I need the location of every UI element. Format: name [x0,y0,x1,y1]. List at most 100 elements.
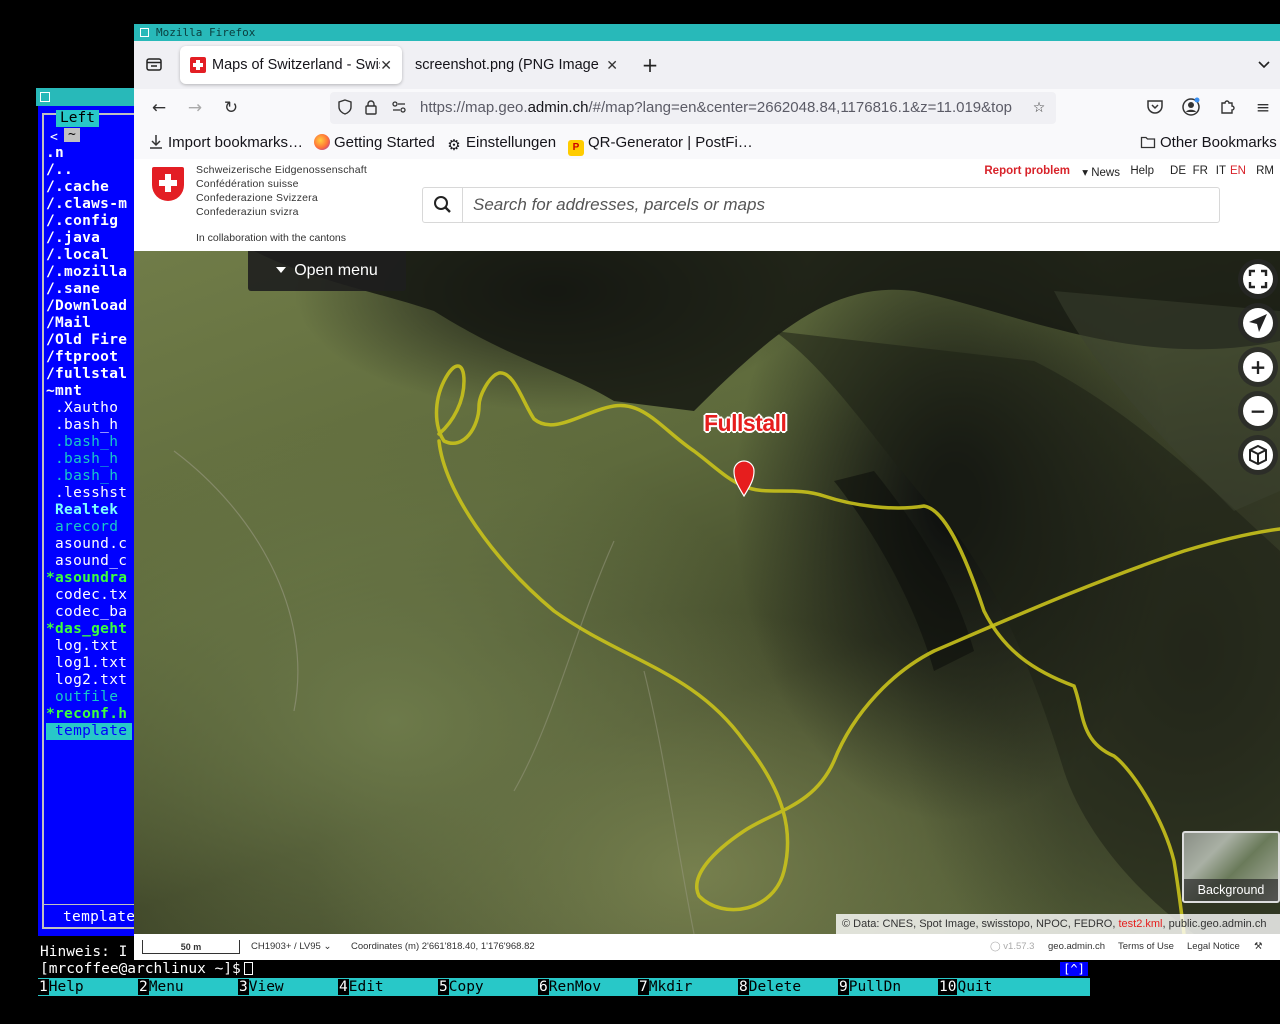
url-bar[interactable]: https://map.geo.admin.ch/#/map?lang=en&c… [330,92,1056,124]
window-menu-icon[interactable] [140,28,149,37]
fkey-view[interactable]: 3View [238,978,338,996]
forward-icon[interactable]: → [184,97,206,119]
file-entry[interactable]: /.claws-m [46,196,127,213]
file-entry[interactable]: .bash_h [46,468,118,485]
close-tab-icon[interactable]: ✕ [606,46,618,84]
fkey-mkdir[interactable]: 7Mkdir [638,978,738,996]
panel-path[interactable]: ~ [64,128,80,142]
bookmark-einstellungen[interactable]: ⚙ Einstellungen [446,134,556,154]
bookmark-qr-generator[interactable]: P QR-Generator | PostFi… [568,134,753,156]
open-menu-button[interactable]: Open menu [248,251,406,291]
kml-attribution-link[interactable]: test2.kml [1118,918,1162,930]
tab-maps-of-switzerland[interactable]: Maps of Switzerland - Swiss ✕ [180,46,402,84]
app-menu-icon[interactable]: ≡ [1252,97,1274,119]
file-entry[interactable]: outfile [46,689,118,706]
reload-icon[interactable]: ↻ [220,97,242,119]
new-tab-icon[interactable]: + [640,55,660,75]
lang-de[interactable]: DE [1170,165,1186,177]
permissions-icon[interactable] [390,99,408,117]
file-entry[interactable]: .bash_h [46,434,118,451]
file-entry[interactable]: /Mail [46,315,91,332]
fkey-delete[interactable]: 8Delete [738,978,838,996]
search-box[interactable] [422,187,1220,223]
file-entry[interactable]: .Xautho [46,400,118,417]
panel-title[interactable]: Left [56,110,99,127]
fkey-help[interactable]: 1Help [38,978,138,996]
file-entry[interactable]: *asoundra [46,570,127,587]
history-arrow-icon[interactable]: < [50,130,58,145]
close-tab-icon[interactable]: ✕ [380,46,392,84]
geolocation-button[interactable] [1238,303,1278,343]
file-entry[interactable]: log2.txt [46,672,127,689]
lang-fr[interactable]: FR [1193,165,1208,177]
file-entry[interactable]: /Old Fire [46,332,127,349]
map-view[interactable]: Open menu Fullstall + − Background © Dat… [134,251,1280,934]
legal-notice-link[interactable]: Legal Notice [1187,940,1240,954]
lang-it[interactable]: IT [1216,165,1226,177]
file-entry[interactable]: .n [46,145,64,162]
search-icon[interactable] [423,188,463,222]
back-icon[interactable]: ← [148,97,170,119]
file-entry[interactable]: /.mozilla [46,264,127,281]
file-entry[interactable]: codec.tx [46,587,127,604]
file-entry[interactable]: /.java [46,230,100,247]
file-entry[interactable]: .bash_h [46,451,118,468]
lock-icon[interactable] [362,99,380,117]
firefox-view-icon[interactable] [144,55,164,75]
fkey-renmov[interactable]: 6RenMov [538,978,638,996]
tracking-protection-icon[interactable] [336,99,354,117]
settings-tools-icon[interactable]: ⚒ [1254,940,1263,954]
report-problem-link[interactable]: Report problem [984,165,1070,177]
other-bookmarks[interactable]: Other Bookmarks [1140,134,1277,152]
window-titlebar[interactable]: Mozilla Firefox [134,24,1280,41]
help-link[interactable]: Help [1130,165,1154,177]
file-entry[interactable]: ~mnt [46,383,82,400]
zoom-in-button[interactable]: + [1238,347,1278,387]
file-entry[interactable]: arecord [46,519,118,536]
extensions-icon[interactable] [1216,97,1238,119]
file-entry[interactable]: template [46,723,132,740]
search-input[interactable] [473,194,1173,216]
lang-rm[interactable]: RM [1256,165,1274,177]
terms-of-use-link[interactable]: Terms of Use [1118,940,1174,954]
news-link[interactable]: ▾ News [1082,165,1120,179]
file-entry[interactable]: Realtek [46,502,118,519]
file-entry[interactable]: log.txt [46,638,118,655]
file-entry[interactable]: *reconf.h [46,706,127,723]
swiss-coat-of-arms-icon[interactable] [152,167,184,201]
file-entry[interactable]: .lesshst [46,485,127,502]
bookmark-import[interactable]: Import bookmarks… [148,134,303,152]
file-entry[interactable]: /.cache [46,179,109,196]
file-entry[interactable]: /Download [46,298,127,315]
file-entry[interactable]: /.config [46,213,118,230]
fkey-edit[interactable]: 4Edit [338,978,438,996]
bookmark-getting-started[interactable]: Getting Started [314,134,435,152]
file-entry[interactable]: /.sane [46,281,100,298]
lang-en[interactable]: EN [1230,165,1246,177]
fkey-quit[interactable]: 10Quit [938,978,1038,996]
tab-screenshot[interactable]: screenshot.png (PNG Image, ✕ [406,46,628,84]
list-all-tabs-icon[interactable] [1254,55,1274,75]
file-entry[interactable]: /.. [46,162,73,179]
file-entry[interactable]: *das_geht [46,621,127,638]
background-selector[interactable]: Background [1182,831,1280,903]
file-entry[interactable]: /ftproot [46,349,118,366]
file-entry[interactable]: /.local [46,247,109,264]
account-icon[interactable] [1180,97,1202,119]
file-entry[interactable]: codec_ba [46,604,127,621]
fullscreen-button[interactable] [1238,259,1278,299]
fkey-copy[interactable]: 5Copy [438,978,538,996]
zoom-out-button[interactable]: − [1238,391,1278,431]
shell-prompt[interactable]: [mrcoffee@archlinux ~]$ [40,961,253,977]
file-entry[interactable]: asound.c [46,536,127,553]
projection-select[interactable]: CH1903+ / LV95 ⌄ [251,940,331,954]
pocket-icon[interactable] [1144,97,1166,119]
fkey-menu[interactable]: 2Menu [138,978,238,996]
file-entry[interactable]: .bash_h [46,417,118,434]
location-marker-icon[interactable] [733,460,755,498]
history-button[interactable]: [^] [1060,962,1088,976]
3d-toggle-button[interactable] [1238,435,1278,475]
file-entry[interactable]: /fullstal [46,366,127,383]
file-entry[interactable]: log1.txt [46,655,127,672]
file-entry[interactable]: asound_c [46,553,127,570]
